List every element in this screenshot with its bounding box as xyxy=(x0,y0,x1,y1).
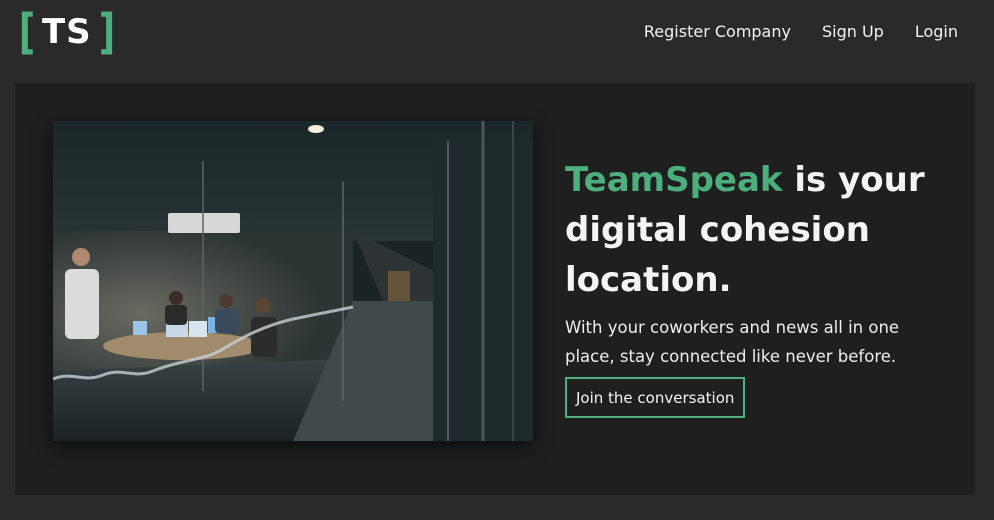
hero-section: TeamSpeak is your digital cohesion locat… xyxy=(15,83,975,495)
nav-links: Register Company Sign Up Login xyxy=(644,22,958,41)
headline-brand: TeamSpeak xyxy=(565,160,783,200)
join-conversation-button[interactable]: Join the conversation xyxy=(565,377,746,418)
nav-register-company-link[interactable]: Register Company xyxy=(644,22,791,41)
logo[interactable]: [ TS ] xyxy=(16,8,118,56)
hero-subtext: With your coworkers and news all in one … xyxy=(565,318,900,366)
office-meeting-photo xyxy=(53,121,533,441)
nav-login-link[interactable]: Login xyxy=(915,22,958,41)
navbar: [ TS ] Register Company Sign Up Login xyxy=(0,0,994,68)
logo-letters: TS xyxy=(41,12,92,52)
office-meeting-illustration xyxy=(53,121,533,441)
hero-headline: TeamSpeak is your digital cohesion locat… xyxy=(565,155,945,305)
logo-right-bracket: ] xyxy=(98,4,115,60)
logo-left-bracket: [ xyxy=(18,4,36,60)
nav-sign-up-link[interactable]: Sign Up xyxy=(822,22,884,41)
